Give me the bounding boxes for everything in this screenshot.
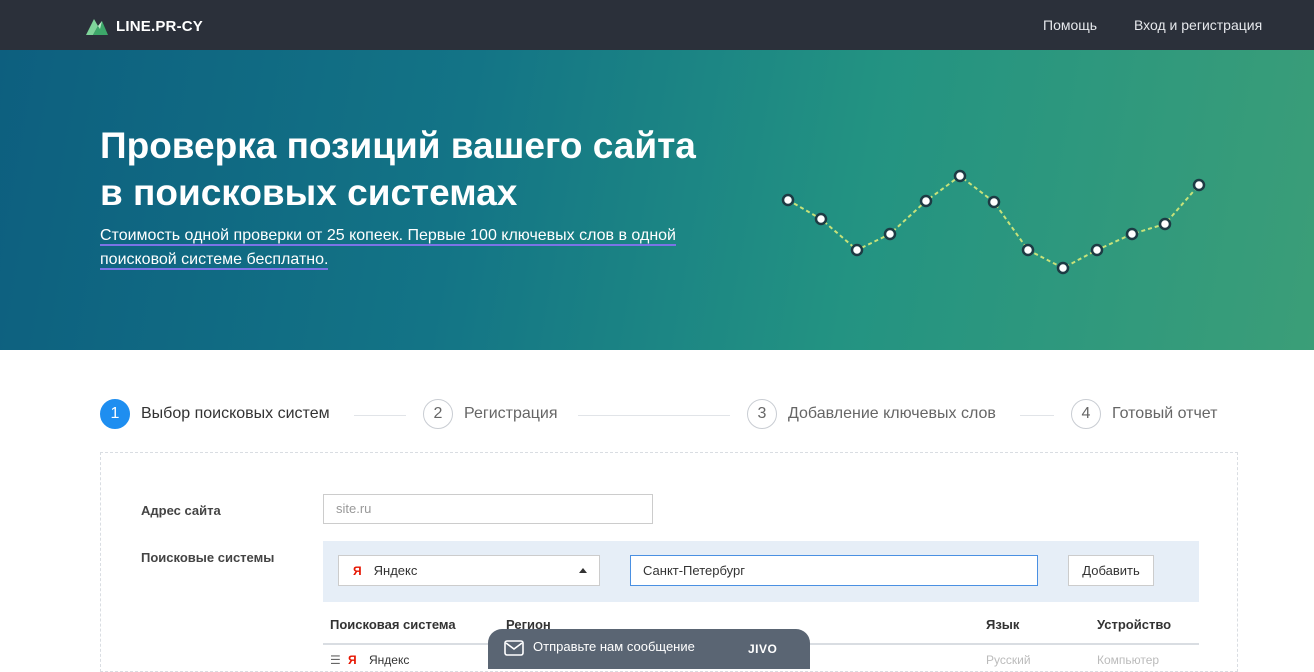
- hero-title-line1: Проверка позиций вашего сайта: [100, 125, 696, 166]
- drag-handle-icon[interactable]: ☰: [330, 653, 341, 667]
- table-header-device: Устройство: [1097, 617, 1172, 632]
- hero-title: Проверка позиций вашего сайта в поисковы…: [100, 122, 780, 216]
- step-3[interactable]: 3 Добавление ключевых слов: [747, 399, 996, 429]
- search-engine-select[interactable]: Я Яндекс: [338, 555, 600, 586]
- hero-subtitle: Стоимость одной проверки от 25 копеек. П…: [100, 224, 720, 272]
- step-1-label: Выбор поисковых систем: [141, 405, 330, 422]
- nav-login-link[interactable]: Вход и регистрация: [1134, 17, 1262, 33]
- step-2[interactable]: 2 Регистрация: [423, 399, 558, 429]
- add-button[interactable]: Добавить: [1068, 555, 1154, 586]
- hero-subtitle-text: Стоимость одной проверки от 25 копеек. П…: [100, 227, 676, 270]
- table-header-engine: Поисковая система: [330, 617, 456, 632]
- step-connector: [354, 415, 406, 416]
- step-1[interactable]: 1 Выбор поисковых систем: [100, 399, 330, 429]
- step-2-number: 2: [423, 399, 453, 429]
- hero-title-line2: в поисковых системах: [100, 172, 518, 213]
- step-3-label: Добавление ключевых слов: [788, 405, 996, 422]
- table-cell-engine: Яндекс: [369, 653, 410, 667]
- step-2-label: Регистрация: [464, 405, 558, 422]
- chat-widget[interactable]: Отправьте нам сообщение JIVO: [488, 629, 810, 669]
- logo-icon: [86, 19, 108, 35]
- step-4[interactable]: 4 Готовый отчет: [1071, 399, 1217, 429]
- yandex-icon: Я: [353, 563, 362, 578]
- caret-up-icon: [579, 568, 587, 573]
- search-engine-selected: Яндекс: [373, 563, 418, 578]
- top-navbar: LINE.PR-CY Помощь Вход и регистрация: [0, 0, 1314, 50]
- step-4-label: Готовый отчет: [1112, 405, 1218, 422]
- site-address-input[interactable]: site.ru: [323, 494, 653, 524]
- logo[interactable]: LINE.PR-CY: [86, 16, 203, 36]
- hero-banner: Проверка позиций вашего сайта в поисковы…: [0, 50, 1314, 350]
- step-connector: [578, 415, 730, 416]
- step-4-number: 4: [1071, 399, 1101, 429]
- step-1-number: 1: [100, 399, 130, 429]
- table-cell-device: Компьютер: [1097, 653, 1160, 667]
- site-address-label: Адрес сайта: [141, 503, 221, 518]
- search-engines-label: Поисковые системы: [141, 550, 275, 565]
- yandex-icon: Я: [348, 653, 357, 667]
- step-connector: [1020, 415, 1054, 416]
- chat-brand: JIVO: [748, 642, 778, 656]
- table-header-language: Язык: [986, 617, 1020, 632]
- logo-text: LINE.PR-CY: [116, 17, 204, 35]
- position-graph-illustration: [781, 169, 1206, 275]
- chat-label: Отправьте нам сообщение: [533, 639, 695, 654]
- search-engine-panel: Я Яндекс Санкт-Петербург Добавить: [323, 541, 1199, 602]
- envelope-icon: [504, 640, 524, 656]
- region-input[interactable]: Санкт-Петербург: [630, 555, 1038, 586]
- step-3-number: 3: [747, 399, 777, 429]
- table-cell-language: Русский: [986, 653, 1031, 667]
- progress-steps: 1 Выбор поисковых систем 2 Регистрация 3…: [100, 399, 1240, 433]
- nav-help-link[interactable]: Помощь: [1043, 17, 1097, 33]
